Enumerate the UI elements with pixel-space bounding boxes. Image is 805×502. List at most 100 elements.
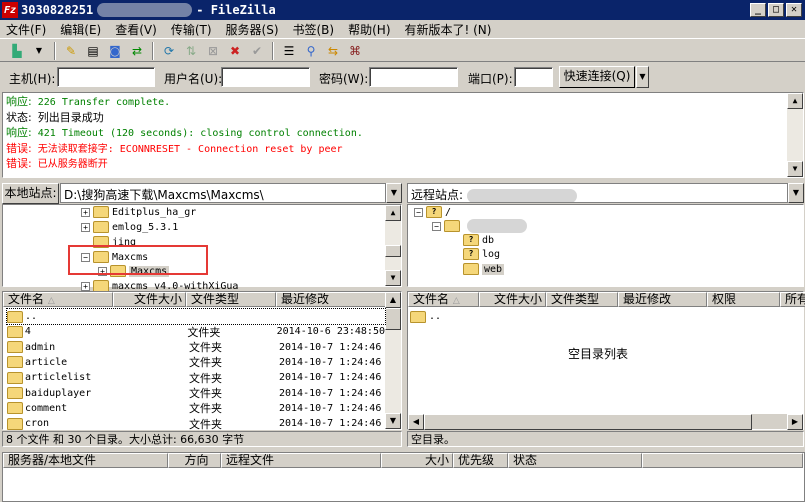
expand-icon[interactable]: +: [81, 222, 90, 232]
menu-bookmarks[interactable]: 书签(B): [293, 21, 335, 38]
file-row-parent[interactable]: ..: [410, 309, 441, 324]
expand-icon[interactable]: +: [81, 281, 90, 291]
local-list-scrollbar[interactable]: ▲ ▼: [385, 292, 401, 429]
toggle-log-icon[interactable]: ✎: [62, 42, 80, 60]
col-filesize[interactable]: 文件大小: [113, 292, 186, 307]
folder-icon: [7, 387, 23, 399]
file-row[interactable]: articlelist 文件夹 2014-10-7 1:24:46: [7, 370, 385, 385]
remote-file-list: 文件名 △ 文件大小 文件类型 最近修改 权限 所有 .. 空目录列表 ◀▶: [407, 291, 805, 430]
remote-path-input[interactable]: 远程站点:: [407, 183, 788, 203]
local-path-input[interactable]: D:\搜狗高速下载\Maxcms\Maxcms\: [60, 183, 386, 203]
file-modified: 2014-10-6 23:48:50: [276, 326, 385, 338]
file-row[interactable]: ..: [6, 308, 386, 325]
site-manager-dropdown-icon[interactable]: ▼: [30, 42, 48, 60]
col-status[interactable]: 状态: [508, 453, 642, 468]
local-tree-scrollbar[interactable]: ▲ ▼: [385, 205, 401, 286]
file-modified: 2014-10-7 1:24:46: [279, 402, 382, 414]
file-row[interactable]: comment 文件夹 2014-10-7 1:24:46: [7, 401, 385, 416]
file-row[interactable]: 4 文件夹 2014-10-6 23:48:50: [7, 324, 385, 339]
col-local-file[interactable]: 服务器/本地文件: [3, 453, 168, 468]
quickconnect-button[interactable]: 快速连接(Q): [559, 66, 635, 88]
maximize-button[interactable]: □: [768, 3, 784, 17]
remote-tree-root[interactable]: −? /: [414, 205, 451, 219]
minimize-button[interactable]: _: [750, 3, 766, 17]
sync-browsing-icon[interactable]: ⇆: [324, 42, 342, 60]
log-text: 421 Timeout (120 seconds): closing contr…: [37, 128, 363, 139]
remote-tree-item[interactable]: ? log: [463, 247, 500, 261]
window-title: 3030828251: [21, 3, 94, 17]
remote-tree-item[interactable]: web: [463, 262, 505, 276]
file-row[interactable]: baiduplayer 文件夹 2014-10-7 1:24:46: [7, 386, 385, 401]
password-input[interactable]: [369, 67, 458, 87]
close-button[interactable]: ✕: [786, 3, 802, 17]
file-row[interactable]: cron 文件夹 2014-10-7 1:24:46: [7, 416, 385, 431]
site-manager-icon[interactable]: ▙: [8, 42, 26, 60]
col-filename[interactable]: 文件名 △: [408, 292, 479, 307]
col-filename[interactable]: 文件名 △: [3, 292, 113, 307]
directory-listing-filter-icon[interactable]: ☰: [280, 42, 298, 60]
menu-server[interactable]: 服务器(S): [226, 21, 279, 38]
col-owner[interactable]: 所有: [780, 292, 805, 307]
col-remote-file[interactable]: 远程文件: [221, 453, 381, 468]
username-input[interactable]: [221, 67, 310, 87]
col-size[interactable]: 大小: [381, 453, 453, 468]
toggle-remote-tree-icon[interactable]: ◙: [106, 42, 124, 60]
col-filetype[interactable]: 文件类型: [186, 292, 276, 307]
toolbar: ▙ ▼ ✎ ▤ ◙ ⇄ ⟳ ⇅ ⊠ ✖ ✔ ☰ ⚲ ⇆ ⌘: [0, 40, 805, 62]
col-modified[interactable]: 最近修改: [276, 292, 387, 307]
file-modified: 2014-10-7 1:24:46: [279, 356, 382, 368]
redacted-remote-path: [467, 188, 578, 202]
remote-tree-item[interactable]: ? db: [463, 233, 494, 247]
expand-icon[interactable]: +: [81, 207, 90, 217]
menu-file[interactable]: 文件(F): [6, 21, 46, 38]
local-status: 8 个文件 和 30 个目录。大小总计: 66,630 字节: [2, 431, 402, 447]
col-priority[interactable]: 优先级: [453, 453, 508, 468]
remote-hscrollbar[interactable]: ◀ ▶: [408, 414, 803, 430]
col-filesize[interactable]: 文件大小: [479, 292, 546, 307]
remote-path-dropdown-icon[interactable]: ▼: [788, 183, 804, 203]
dir-compare-icon[interactable]: ⚲: [302, 42, 320, 60]
file-row[interactable]: admin 文件夹 2014-10-7 1:24:46: [7, 340, 385, 355]
redacted-host: [97, 3, 193, 17]
remote-site-bar: 远程站点: ▼: [407, 183, 804, 204]
cancel-icon[interactable]: ⊠: [204, 42, 222, 60]
local-tree-item[interactable]: + emlog_5.3.1: [81, 220, 178, 234]
menu-new-version[interactable]: 有新版本了! (N): [405, 21, 492, 38]
menu-edit[interactable]: 编辑(E): [60, 21, 101, 38]
local-tree-item[interactable]: + Editplus_ha_gr: [81, 205, 196, 219]
local-site-label: 本地站点:: [2, 183, 59, 204]
disconnect-icon[interactable]: ✖: [226, 42, 244, 60]
reconnect-icon[interactable]: ✔: [248, 42, 266, 60]
remote-status: 空目录。: [407, 431, 804, 447]
col-modified[interactable]: 最近修改: [618, 292, 707, 307]
local-path-dropdown-icon[interactable]: ▼: [386, 183, 402, 203]
col-direction[interactable]: 方向: [168, 453, 221, 468]
col-filetype[interactable]: 文件类型: [546, 292, 618, 307]
quickconnect-bar: 主机(H): 用户名(U): 密码(W): 端口(P): 快速连接(Q) ▼: [0, 64, 805, 90]
log-scrollbar[interactable]: ▲ ▼: [787, 93, 803, 177]
log-line: 错误: 已从服务器断开: [6, 157, 800, 173]
log-text: 已从服务器断开: [37, 159, 108, 170]
toggle-local-tree-icon[interactable]: ▤: [84, 42, 102, 60]
tree-item-label: maxcms_v4.0-withXiGua: [112, 280, 239, 292]
port-input[interactable]: [514, 67, 553, 87]
process-queue-icon[interactable]: ⇅: [182, 42, 200, 60]
file-type: 文件夹: [189, 371, 222, 385]
col-permissions[interactable]: 权限: [707, 292, 780, 307]
host-input[interactable]: [57, 67, 155, 87]
file-name: cron: [25, 418, 50, 430]
remote-tree-home[interactable]: −: [432, 219, 531, 233]
menu-help[interactable]: 帮助(H): [348, 21, 390, 38]
file-modified: 2014-10-7 1:24:46: [279, 372, 382, 384]
search-icon[interactable]: ⌘: [346, 42, 364, 60]
menu-view[interactable]: 查看(V): [115, 21, 157, 38]
file-name: baiduplayer: [25, 387, 92, 399]
folder-open-icon: [444, 220, 460, 232]
file-row[interactable]: article 文件夹 2014-10-7 1:24:46: [7, 355, 385, 370]
toggle-queue-icon[interactable]: ⇄: [128, 42, 146, 60]
quickconnect-dropdown-icon[interactable]: ▼: [636, 66, 649, 88]
menu-transfer[interactable]: 传输(T): [171, 21, 212, 38]
refresh-icon[interactable]: ⟳: [160, 42, 178, 60]
remote-list-header: 文件名 △ 文件大小 文件类型 最近修改 权限 所有: [408, 292, 805, 307]
log-line: 错误: 无法读取套接字: ECONNRESET - Connection res…: [6, 142, 800, 158]
